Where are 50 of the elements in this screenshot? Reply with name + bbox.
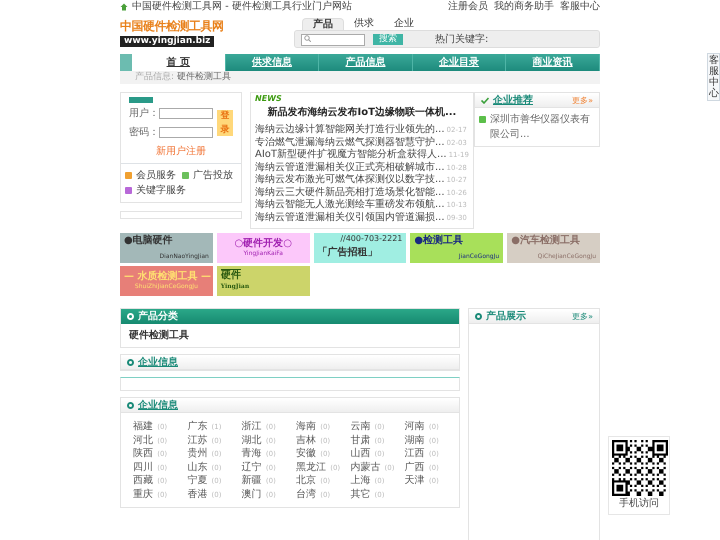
news-link[interactable]: 海纳云发布激光可燃气体探测仪以数字技...: [255, 174, 445, 185]
news-link[interactable]: 专治燃气泄漏海纳云燃气探测器智慧守护...: [255, 136, 445, 148]
password-field[interactable]: [159, 127, 213, 138]
bullet-icon: [127, 402, 134, 408]
panel-title: 产品分类: [138, 310, 178, 324]
news-headline[interactable]: 新品发布海纳云发布IoT边缘物联一体机...: [255, 105, 469, 120]
panel-title: 企业信息: [138, 398, 178, 412]
username-field[interactable]: [159, 108, 213, 119]
news-tag: NEWS: [255, 93, 469, 105]
list-icon: [479, 116, 486, 123]
category-link[interactable]: 硬件检测工具: [129, 330, 189, 341]
password-label: 密码：: [129, 126, 159, 140]
service-link[interactable]: 广告投放: [193, 168, 233, 183]
member-login-logo: [129, 97, 153, 103]
top-link[interactable]: 客服中心: [560, 1, 600, 12]
qr-caption: 手机访问: [618, 496, 660, 511]
ad-banner[interactable]: //400-703-2221 「广告招租」: [314, 233, 406, 263]
news-link[interactable]: 海纳云边缘计算智能网关打造行业领先的...: [255, 124, 445, 135]
search-tab[interactable]: 产品: [302, 18, 344, 30]
news-link[interactable]: 海纳云智能无人激光测绘车重磅发布领航...: [255, 199, 445, 210]
company-link[interactable]: 深圳市善华仪器仪表有限公司...: [490, 112, 595, 142]
more-link[interactable]: 更多»: [572, 308, 593, 324]
top-link[interactable]: 我的商务助手: [494, 1, 554, 12]
bullet-icon: [475, 312, 482, 320]
breadcrumb: 产品信息: 硬件检测工具: [135, 72, 231, 82]
search-icon: [304, 34, 311, 42]
logo-url: www.yingjian.biz: [120, 36, 214, 46]
search-tab[interactable]: 企业: [384, 18, 424, 30]
news-link[interactable]: 海纳云管道泄漏相关仪正式亮相破解城市...: [255, 162, 445, 172]
news-link[interactable]: 海纳云管道泄漏相关仪引领国内管道漏损...: [255, 212, 445, 222]
bullet-icon: [127, 313, 134, 320]
side-tab[interactable]: 客服中心: [707, 53, 720, 101]
site-title: 中国硬件检测工具网 - 硬件检测工具行业门户网站: [132, 0, 352, 14]
check-icon: [481, 96, 489, 104]
bullet-icon: [127, 358, 134, 366]
panel-title: 产品展示: [486, 310, 526, 324]
top-link[interactable]: 注册会员: [448, 1, 488, 12]
hot-keywords-label: 热门关键字:: [435, 32, 488, 46]
username-label: 用户：: [129, 106, 159, 121]
search-tab[interactable]: 供求: [344, 18, 384, 30]
qr-code: [612, 440, 668, 496]
search-field[interactable]: [301, 34, 365, 46]
service-link[interactable]: 关键字服务: [136, 183, 186, 198]
service-link[interactable]: 会员服务: [136, 168, 176, 183]
panel-title: 企业推荐: [493, 94, 533, 108]
news-link[interactable]: AIoT新型硬件扩视魔方智能分析盒获得人...: [255, 149, 447, 160]
logo-text: 中国硬件检测工具网: [120, 18, 224, 32]
news-link[interactable]: 海纳云三大硬件新品亮相打造场景化智能...: [255, 186, 445, 198]
panel-title: 企业信息: [138, 356, 178, 370]
nav-tab[interactable]: 首 页: [132, 54, 226, 71]
